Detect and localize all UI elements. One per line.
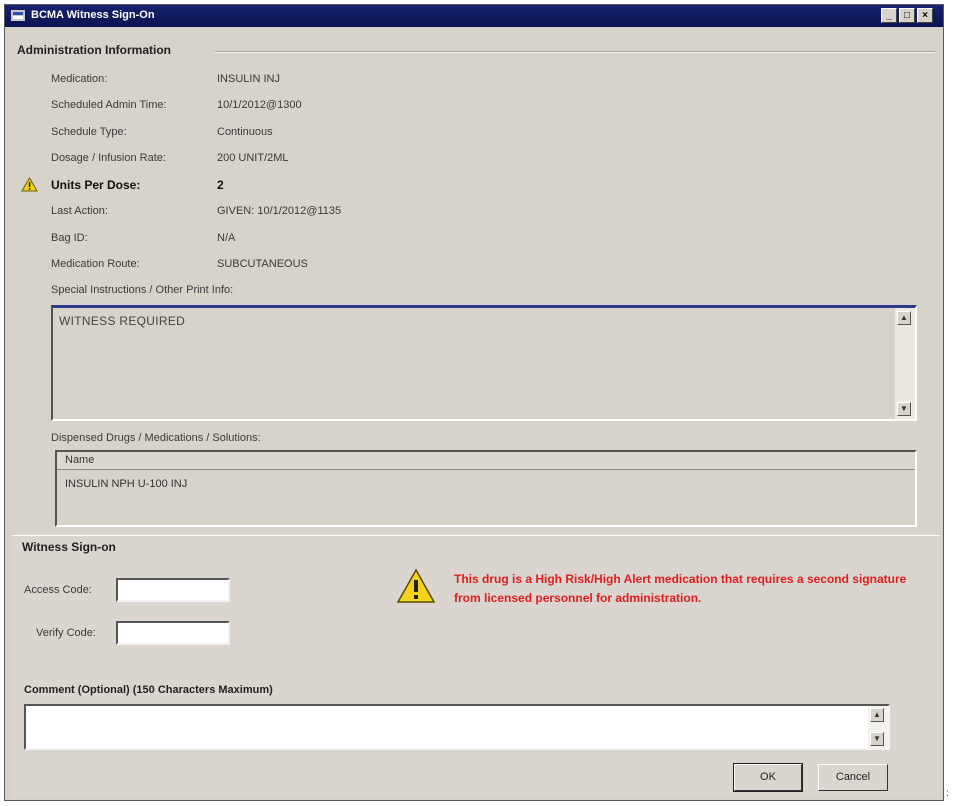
schedule-type-label: Schedule Type: bbox=[51, 126, 127, 138]
instructions-scrollbar[interactable]: ▲ ▼ bbox=[895, 308, 915, 419]
close-button[interactable]: × bbox=[917, 8, 933, 23]
route-label: Medication Route: bbox=[51, 258, 140, 270]
witness-group-title: Witness Sign-on bbox=[22, 540, 116, 554]
warning-icon bbox=[21, 177, 38, 192]
scroll-down-arrow-icon[interactable]: ▼ bbox=[897, 402, 911, 416]
schedule-type-value: Continuous bbox=[217, 126, 273, 138]
comment-scrollbar[interactable]: ▲ ▼ bbox=[868, 706, 888, 748]
comment-label: Comment (Optional) (150 Characters Maxim… bbox=[24, 684, 273, 696]
dispensed-list[interactable]: Name INSULIN NPH U-100 INJ bbox=[55, 450, 917, 527]
special-instructions-box[interactable]: WITNESS REQUIRED ▲ ▼ bbox=[51, 305, 917, 421]
app-icon bbox=[11, 10, 25, 21]
warning-triangle-icon bbox=[396, 568, 436, 603]
bag-id-label: Bag ID: bbox=[51, 232, 88, 244]
group-divider bbox=[215, 51, 935, 53]
admin-group-title: Administration Information bbox=[17, 43, 171, 57]
last-action-label: Last Action: bbox=[51, 205, 108, 217]
high-alert-message: This drug is a High Risk/High Alert medi… bbox=[454, 572, 907, 605]
last-action-value: GIVEN: 10/1/2012@1135 bbox=[217, 205, 342, 217]
dispensed-label: Dispensed Drugs / Medications / Solution… bbox=[51, 432, 261, 444]
edge-mark: : bbox=[946, 788, 949, 799]
verify-code-label: Verify Code: bbox=[36, 627, 96, 639]
minimize-button[interactable]: _ bbox=[881, 8, 897, 23]
scheduled-time-label: Scheduled Admin Time: bbox=[51, 99, 167, 111]
ok-button[interactable]: OK bbox=[733, 763, 803, 792]
title-bar[interactable]: BCMA Witness Sign-On _ □ × bbox=[5, 5, 943, 27]
access-code-label: Access Code: bbox=[24, 584, 92, 596]
dosage-label: Dosage / Infusion Rate: bbox=[51, 152, 166, 164]
scheduled-time-value: 10/1/2012@1300 bbox=[217, 99, 302, 111]
column-header-name[interactable]: Name bbox=[65, 454, 94, 466]
dosage-value: 200 UNIT/2ML bbox=[217, 152, 289, 164]
maximize-button[interactable]: □ bbox=[899, 8, 915, 23]
comment-scroll-down-icon[interactable]: ▼ bbox=[870, 732, 884, 746]
units-per-dose-value: 2 bbox=[217, 178, 224, 192]
verify-code-input[interactable] bbox=[116, 621, 230, 645]
route-value: SUBCUTANEOUS bbox=[217, 258, 308, 270]
special-instructions-label: Special Instructions / Other Print Info: bbox=[51, 284, 234, 296]
comment-scroll-up-icon[interactable]: ▲ bbox=[870, 708, 884, 722]
comment-textarea[interactable]: ▲ ▼ bbox=[24, 704, 890, 750]
medication-value: INSULIN INJ bbox=[217, 73, 280, 85]
list-item[interactable]: INSULIN NPH U-100 INJ bbox=[65, 478, 187, 490]
units-per-dose-label: Units Per Dose: bbox=[51, 178, 141, 192]
special-instructions-text: WITNESS REQUIRED bbox=[59, 314, 186, 328]
medication-label: Medication: bbox=[51, 73, 108, 85]
window-title: BCMA Witness Sign-On bbox=[31, 9, 155, 21]
access-code-input[interactable] bbox=[116, 578, 230, 602]
cancel-button[interactable]: Cancel bbox=[818, 764, 888, 791]
bag-id-value: N/A bbox=[217, 232, 236, 244]
list-header[interactable]: Name bbox=[57, 452, 915, 470]
scroll-up-arrow-icon[interactable]: ▲ bbox=[897, 311, 911, 325]
